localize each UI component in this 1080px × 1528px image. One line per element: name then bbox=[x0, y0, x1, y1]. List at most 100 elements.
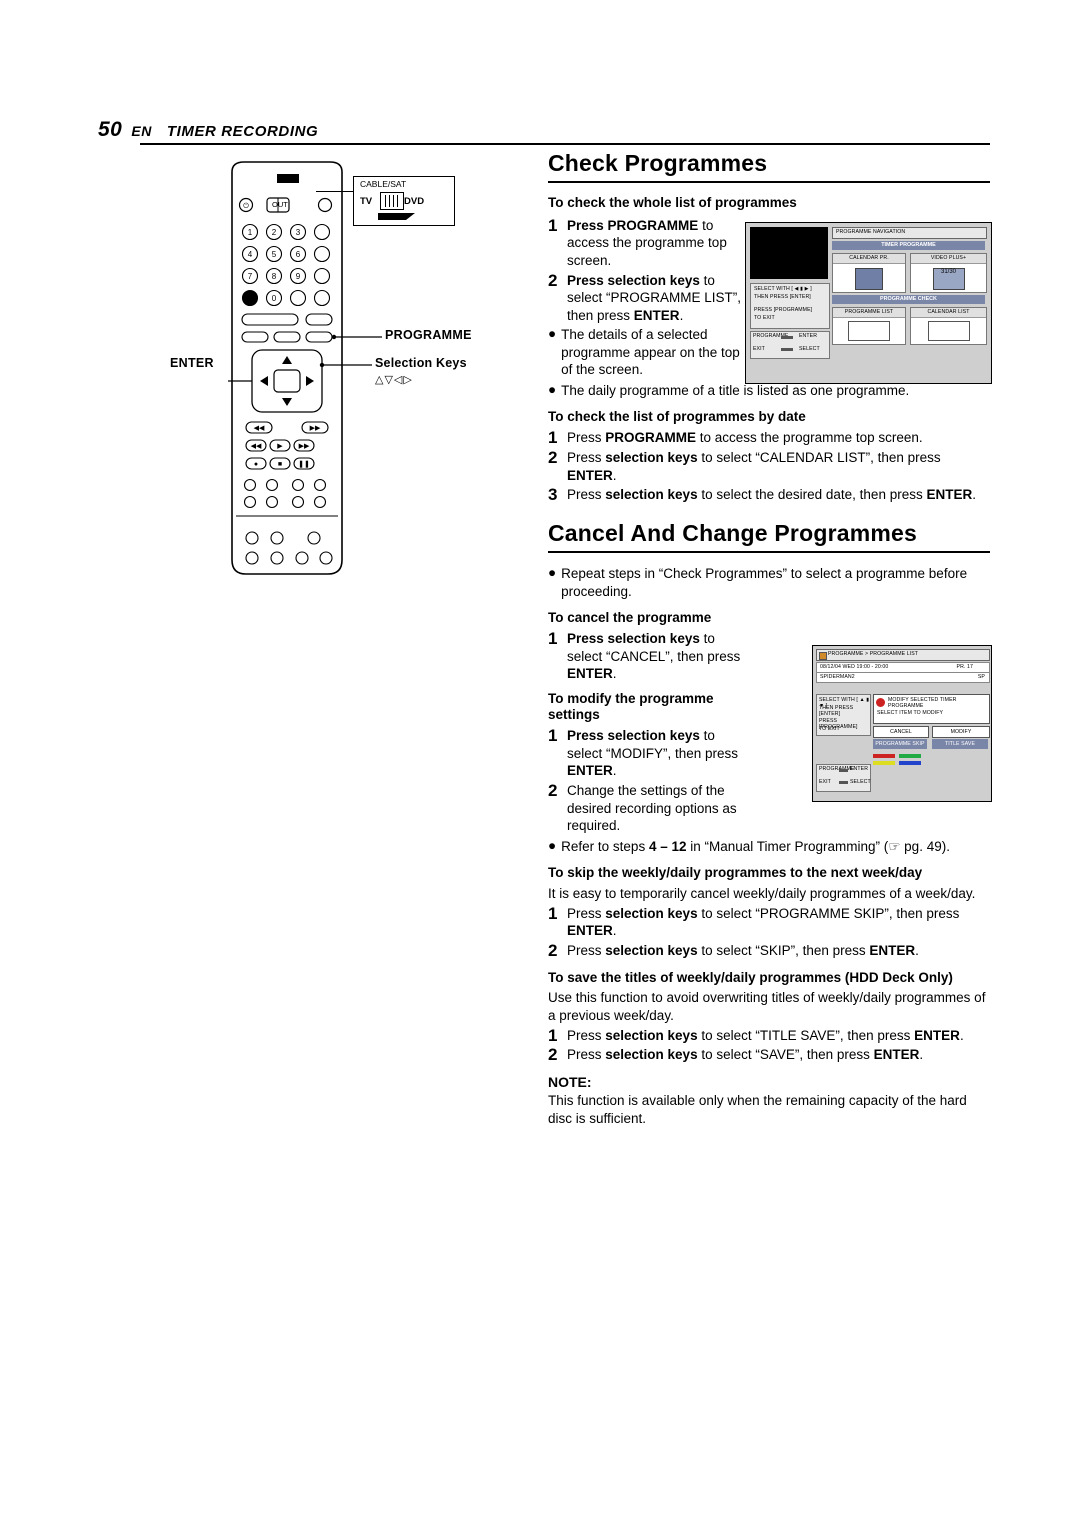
step-text: Press PROGRAMME to access the programme … bbox=[567, 217, 744, 270]
bullet-dot: ● bbox=[548, 837, 557, 853]
svg-text:◀◀: ◀◀ bbox=[251, 443, 262, 450]
step-number: 1 bbox=[548, 628, 558, 648]
step-number: 1 bbox=[548, 726, 558, 746]
note-text: This function is available only when the… bbox=[548, 1093, 967, 1126]
step-number: 2 bbox=[548, 781, 558, 800]
osd-cell-label: CALENDAR LIST bbox=[927, 309, 970, 315]
t2: in “Manual Timer Programming” ( bbox=[686, 838, 889, 854]
dialog-line-2: SELECT ITEM TO MODIFY bbox=[877, 710, 944, 716]
cancel-bullet-1: ● Repeat steps in “Check Programmes” to … bbox=[548, 565, 990, 600]
t: Refer to steps bbox=[561, 838, 649, 854]
calendar-icon bbox=[855, 268, 883, 290]
dialog-line-1: MODIFY SELECTED TIMER PROGRAMME bbox=[888, 697, 957, 709]
rule-2 bbox=[548, 551, 990, 553]
osd2-button-modify[interactable]: MODIFY bbox=[932, 726, 990, 738]
osd-cell-video-plus[interactable]: VIDEO PLUS+ 31/30 bbox=[910, 253, 987, 293]
legend-exit: EXIT bbox=[819, 779, 831, 785]
osd-section-label: TIMER PROGRAMME bbox=[881, 241, 936, 248]
t-bold: selection keys bbox=[605, 1047, 698, 1063]
t-bold2: ENTER bbox=[914, 1027, 960, 1043]
t: Press bbox=[567, 1027, 606, 1043]
osd-cell-calendar-list[interactable]: CALENDAR LIST bbox=[910, 307, 987, 345]
t-bold: Press selection keys bbox=[567, 728, 700, 744]
svg-text:7: 7 bbox=[248, 272, 253, 281]
step-number: 3 bbox=[548, 485, 558, 505]
t2: . bbox=[612, 666, 617, 682]
step-number: 2 bbox=[548, 270, 558, 290]
step-text: Press PROGRAMME to access the programme … bbox=[567, 429, 923, 447]
osd2-title: PROGRAMME > PROGRAMME LIST bbox=[828, 651, 919, 657]
save-step-1: 1 Press selection keys to select “TITLE … bbox=[548, 1026, 990, 1045]
page-language: EN bbox=[131, 123, 152, 139]
legend-select: SELECT bbox=[799, 346, 820, 352]
osd2-button-programme-skip[interactable]: PROGRAMME SKIP bbox=[873, 739, 927, 749]
calendar-list-icon bbox=[927, 321, 970, 341]
modify-step-2: 2 Change the settings of the desired rec… bbox=[548, 782, 744, 835]
osd-help-panel: SELECT WITH [ ◀ ▮ ▶ ] THEN PRESS [ENTER]… bbox=[750, 283, 830, 329]
svg-text:■: ■ bbox=[278, 461, 282, 468]
page-number: 50 bbox=[98, 118, 123, 141]
t2: to select “SAVE”, then press bbox=[697, 1047, 874, 1063]
t3: . bbox=[919, 1047, 924, 1063]
step-text: Press selection keys to select “TITLE SA… bbox=[567, 1027, 964, 1045]
osd-section-label: PROGRAMME CHECK bbox=[880, 295, 937, 302]
t-bold: Press selection keys bbox=[567, 630, 700, 646]
svg-text:6: 6 bbox=[296, 250, 301, 259]
t-bold: selection keys bbox=[605, 942, 698, 958]
osd-key-legend: PROGRAMME ENTER EXIT SELECT bbox=[750, 331, 830, 359]
modify-step-1: 1 Press selection keys to select “MODIFY… bbox=[548, 727, 744, 780]
osd-cell-calendar-pr[interactable]: CALENDAR PR. bbox=[832, 253, 906, 293]
t3: . bbox=[972, 487, 976, 503]
osd-cell-label: PROGRAMME LIST bbox=[844, 309, 894, 315]
remote-label-selection-keys: Selection Keys bbox=[375, 356, 467, 370]
svg-text:0: 0 bbox=[272, 294, 277, 303]
video-preview bbox=[750, 227, 828, 279]
key-bar-icon-2 bbox=[839, 781, 848, 784]
legend-select: SELECT bbox=[850, 779, 871, 785]
t: Press bbox=[567, 430, 606, 446]
skip-step-2: 2 Press selection keys to select “SKIP”,… bbox=[548, 941, 990, 960]
step-text: Press selection keys to select “PROGRAMM… bbox=[567, 905, 990, 940]
switch-arrow-icon bbox=[378, 213, 415, 220]
page-header: 50 EN TIMER RECORDING bbox=[98, 118, 990, 142]
osd-cell-label: CALENDAR PR. bbox=[849, 255, 889, 261]
svg-text:◀◀: ◀◀ bbox=[254, 425, 265, 432]
t-bold: PROGRAMME bbox=[605, 430, 697, 446]
osd2-button-title-save[interactable]: TITLE SAVE bbox=[932, 739, 988, 749]
leader-line bbox=[316, 191, 354, 192]
t-bold2: ENTER bbox=[567, 467, 613, 483]
osd-title: PROGRAMME NAVIGATION bbox=[836, 229, 906, 235]
remote-label-programme: PROGRAMME bbox=[385, 328, 472, 342]
subheading-modify-settings: To modify the programme settings bbox=[548, 690, 714, 723]
save-step-2: 2 Press selection keys to select “SAVE”,… bbox=[548, 1046, 990, 1064]
remote-label-enter: ENTER bbox=[170, 356, 214, 370]
t2: . bbox=[612, 763, 617, 779]
step-number: 2 bbox=[548, 448, 558, 468]
remote-label-selection-glyphs: △▽◁▷ bbox=[375, 374, 413, 386]
t2: to select “TITLE SAVE”, then press bbox=[697, 1027, 915, 1043]
row-date: 08/12/04 WED 19:00 - 20:00 bbox=[820, 664, 889, 670]
osd2-button-cancel[interactable]: CANCEL bbox=[873, 726, 929, 738]
help-line-1: SELECT WITH [ ◀ ▮ ▶ ] bbox=[754, 286, 812, 292]
help-line-4: TO EXIT bbox=[819, 726, 840, 732]
subheading-check-whole-list: To check the whole list of programmes bbox=[548, 195, 797, 210]
subheading-skip: To skip the weekly/daily programmes to t… bbox=[548, 865, 923, 881]
svg-text:8: 8 bbox=[272, 272, 277, 281]
step-text: Press selection keys to select “SAVE”, t… bbox=[567, 1046, 923, 1064]
bullet-dot: ● bbox=[548, 381, 557, 397]
t-bold2: ENTER bbox=[926, 487, 973, 503]
blue-key-icon bbox=[899, 761, 921, 765]
step-2: 2 Press selection keys to select “PROGRA… bbox=[548, 270, 744, 325]
step-bold-2: ENTER bbox=[633, 307, 680, 323]
t: Press bbox=[567, 942, 606, 958]
osd-cell-programme-list[interactable]: PROGRAMME LIST bbox=[832, 307, 906, 345]
t3: . bbox=[959, 1027, 964, 1043]
hdd-icon bbox=[819, 652, 827, 660]
t: Press bbox=[567, 487, 606, 503]
t-bold2: ENTER bbox=[567, 763, 613, 779]
t2: to select “SKIP”, then press bbox=[697, 942, 870, 958]
t: Press bbox=[567, 905, 606, 921]
date-step-2: 2 Press selection keys to select “CALEND… bbox=[548, 449, 990, 484]
save-text: Use this function to avoid overwriting t… bbox=[548, 990, 986, 1023]
step-1: 1 Press PROGRAMME to access the programm… bbox=[548, 217, 744, 270]
